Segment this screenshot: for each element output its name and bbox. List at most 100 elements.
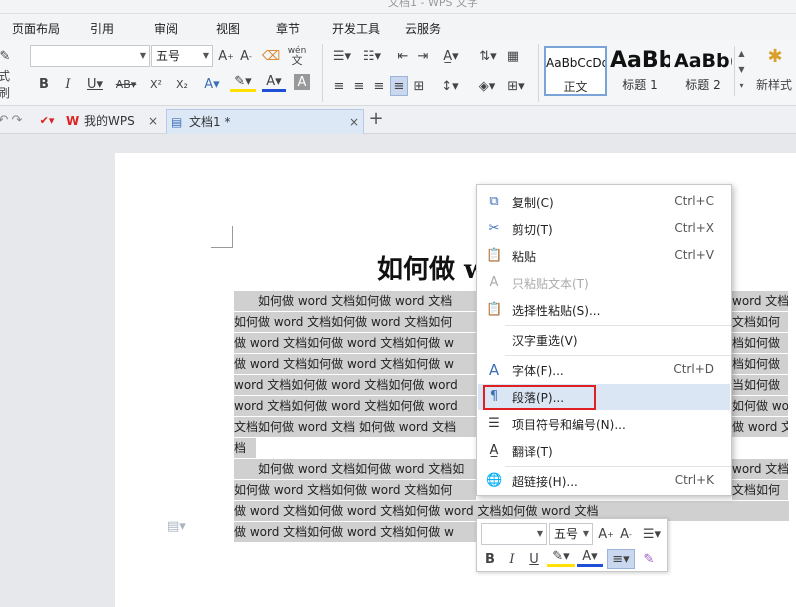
styles-scroll[interactable]: ▲ ▼ ▾ [734,46,748,96]
decrease-indent-icon[interactable]: ⇤ [394,46,412,66]
text-line[interactable]: 档如何做 [732,354,788,374]
increase-indent-icon[interactable]: ⇥ [414,46,432,66]
menu-cloud[interactable]: 云服务 [405,20,441,37]
menu-item-copy[interactable]: ⧉ 复制(C) Ctrl+C [478,189,730,215]
underline-icon[interactable]: U [525,549,543,569]
menu-developer[interactable]: 开发工具 [332,20,380,37]
menu-separator [505,466,731,467]
text-line[interactable]: 如何做 word [732,396,788,416]
char-spacing-icon[interactable]: A̲▾ [438,46,464,66]
underline-icon[interactable]: U▾ [84,74,106,94]
distributed-icon[interactable]: ⊞ [410,76,428,96]
font-color-icon[interactable]: A▾ [262,74,286,92]
pinyin-icon[interactable]: wén 文 [286,44,308,68]
close-icon[interactable]: × [349,110,359,134]
shading-icon[interactable]: ◈▾ [474,76,500,96]
grow-font-icon[interactable]: A + [217,46,235,66]
subscript-icon[interactable]: X₂ [172,74,192,94]
menu-item-paste[interactable]: 📋 粘贴 Ctrl+V [478,243,730,269]
style-heading-1[interactable]: AaBb 标题 1 [610,46,670,96]
grow-font-icon[interactable]: A + [597,524,615,544]
highlight-icon[interactable]: ✎▾ [230,74,256,92]
text-line[interactable]: word 文档 [732,291,788,311]
text-line[interactable]: word 文档 [732,459,788,479]
menu-item-bullets-numbering[interactable]: ☰ 项目符号和编号(N)... [478,411,730,437]
align-icon[interactable]: ≡▾ [607,549,635,569]
shrink-font-icon[interactable]: A- [237,46,255,66]
italic-icon[interactable]: I [60,74,76,94]
text-line[interactable]: 做 word 文档如何做 word 文档如何做 w [234,522,476,542]
bold-icon[interactable]: B [36,74,52,94]
strikethrough-icon[interactable]: AB▾ [112,74,140,94]
italic-icon[interactable]: I [503,549,521,569]
menu-references[interactable]: 引用 [90,20,114,37]
align-right-icon[interactable]: ≡ [370,76,388,96]
menu-item-reconvert[interactable]: 汉字重选(V) [478,327,730,353]
text-line[interactable]: 如何做 word 文档如何做 word 文档如何 [234,312,476,332]
menu-view[interactable]: 视图 [216,20,240,37]
text-line[interactable]: 如何做 word 文档如何做 word 文档 [234,291,476,311]
borders-icon[interactable]: ⊞▾ [504,76,528,96]
new-style-label[interactable]: 新样式 [756,74,796,94]
text-line[interactable]: 如何做 word 文档如何做 word 文档如 [234,459,476,479]
mini-font-size-combo[interactable]: 五号 ▼ [549,523,593,545]
line-spacing-icon[interactable]: ☰▾ [639,524,665,544]
mini-font-name-combo[interactable]: ▼ [481,523,547,545]
char-shading-icon[interactable]: A [294,74,310,90]
text-line[interactable]: 文档如何 [732,312,788,332]
menu-item-hyperlink[interactable]: 🌐 超链接(H)... Ctrl+K [478,468,730,494]
shrink-font-icon[interactable]: A- [617,524,635,544]
menu-item-paste-special[interactable]: 📋 选择性粘贴(S)... [478,297,730,323]
tab-document-1[interactable]: ▤ 文档1 * × [166,109,364,134]
highlight-icon[interactable]: ✎▾ [547,549,575,567]
tab-my-wps[interactable]: W 我的WPS × [60,109,164,134]
undo-icon[interactable]: ↶ [0,110,10,130]
format-brush-icon[interactable]: ✎ [639,549,659,569]
text-line[interactable]: 做 word 文档 [732,417,788,437]
bold-icon[interactable]: B [481,549,499,569]
line-spacing-icon[interactable]: ↕▾ [438,76,462,96]
text-line[interactable]: 文档如何 [732,480,788,500]
menu-item-cut[interactable]: ✂ 剪切(T) Ctrl+X [478,216,730,242]
table-icon[interactable]: ▦ [504,46,522,66]
numbering-icon[interactable]: ☷▾ [360,46,384,66]
align-center-icon[interactable]: ≡ [350,76,368,96]
font-color-icon[interactable]: A▾ [577,549,603,567]
format-brush-label[interactable]: 式刷 [0,69,18,100]
font-name-combo[interactable]: ▼ [30,45,150,67]
superscript-icon[interactable]: X² [146,74,166,94]
text-line[interactable]: 如何做 word 文档如何做 word 文档如何 [234,480,476,500]
new-tab-button[interactable]: + [366,108,386,129]
menu-chapter[interactable]: 章节 [276,20,300,37]
paste-special-icon: 📋 [486,302,503,317]
text-line[interactable]: 做 word 文档如何做 word 文档如何做 w [234,333,476,353]
clear-format-icon[interactable]: ⌫ [262,46,280,66]
bullets-icon[interactable]: ☰▾ [330,46,354,66]
text-effect-icon[interactable]: A▾ [200,74,224,94]
style-normal[interactable]: AaBbCcDd 正文 [544,46,607,96]
chevron-down-icon: ▼ [536,529,543,538]
text-line[interactable]: 档 [234,438,256,458]
redo-icon[interactable]: ↷ [10,110,24,130]
paragraph-marker-icon[interactable]: ▤▾ [167,519,186,534]
sort-icon[interactable]: ⇅▾ [478,46,498,66]
format-brush-icon[interactable]: ✎ [0,46,12,66]
align-left-icon[interactable]: ≡ [330,76,348,96]
text-line[interactable]: 档如何做 [732,333,788,353]
text-line[interactable]: 当如何做 [732,375,788,395]
justify-icon[interactable]: ≡ [390,76,408,96]
menu-review[interactable]: 审阅 [154,20,178,37]
pin-icon[interactable]: ✔▾ [40,110,55,130]
menu-page-layout[interactable]: 页面布局 [12,20,60,37]
text-line[interactable]: 做 word 文档如何做 word 文档如何做 w [234,354,476,374]
text-line[interactable]: word 文档如何做 word 文档如何做 word [234,375,476,395]
menu-item-font[interactable]: A 字体(F)... Ctrl+D [478,357,730,383]
text-line[interactable]: word 文档如何做 word 文档如何做 word [234,396,476,416]
document-title[interactable]: 如何做 w [377,249,486,286]
font-size-combo[interactable]: 五号 ▼ [151,45,213,67]
text-line[interactable]: 文档如何做 word 文档 如何做 word 文档 [234,417,476,437]
new-style-icon[interactable]: ✱ [764,46,786,67]
style-heading-2[interactable]: AaBb( 标题 2 [674,46,732,96]
close-icon[interactable]: × [148,109,158,133]
menu-item-translate[interactable]: A̲ 翻译(T) [478,438,730,464]
